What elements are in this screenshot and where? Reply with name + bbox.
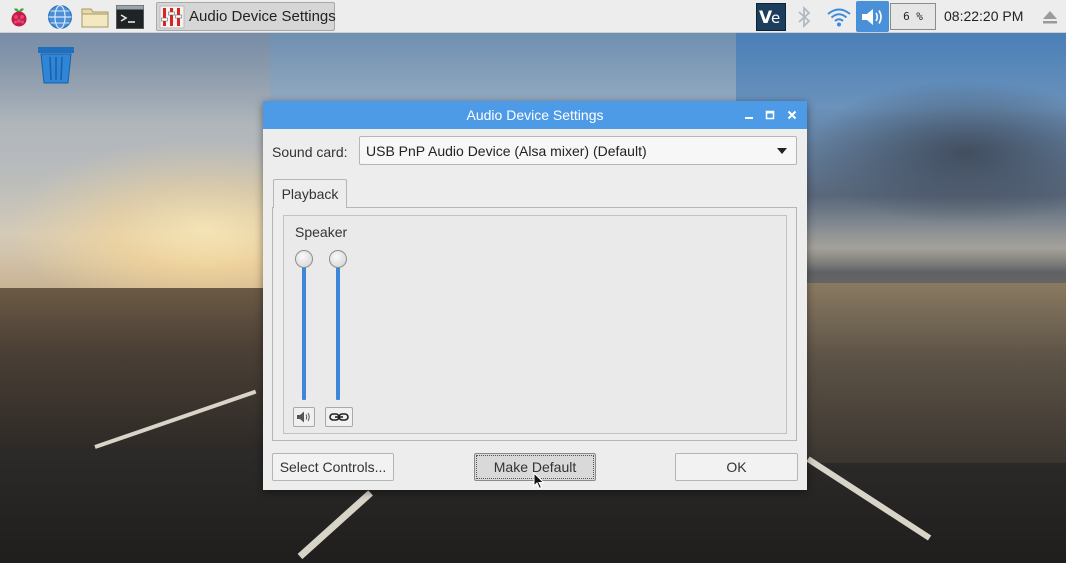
vnc-icon[interactable]: V e [755, 2, 787, 31]
cpu-usage-text: 6 % [903, 10, 923, 23]
audio-settings-dialog: Audio Device Settings Sound card: USB Pn… [263, 101, 807, 490]
playback-panel: Speaker [272, 207, 797, 441]
volume-icon[interactable] [858, 3, 886, 30]
slider-track [336, 256, 340, 400]
terminal-icon[interactable] [116, 3, 144, 30]
channel-lock-toggle[interactable] [325, 407, 353, 427]
trash-icon[interactable] [36, 45, 76, 85]
taskbar-task-audio-settings[interactable]: Audio Device Settings [156, 2, 336, 31]
task-label: Audio Device Settings [189, 8, 336, 25]
speaker-left-slider[interactable] [295, 250, 313, 400]
tab-playback[interactable]: Playback [273, 179, 347, 208]
chevron-down-icon [777, 148, 787, 154]
mixer-icon [159, 5, 185, 29]
field [806, 283, 1066, 463]
folder-icon[interactable] [81, 3, 109, 30]
dialog-title: Audio Device Settings [466, 107, 604, 123]
mountains [796, 248, 1066, 288]
clock[interactable]: 08:22:20 PM [944, 8, 1023, 24]
speaker-group: Speaker [283, 215, 787, 434]
wifi-icon[interactable] [825, 3, 853, 30]
sound-card-value: USB PnP Audio Device (Alsa mixer) (Defau… [366, 142, 647, 159]
road-marking [806, 456, 932, 541]
minimize-icon[interactable] [741, 107, 757, 123]
sound-card-dropdown[interactable]: USB PnP Audio Device (Alsa mixer) (Defau… [359, 136, 797, 165]
slider-knob[interactable] [295, 250, 313, 268]
speaker-icon [296, 410, 312, 424]
bluetooth-icon[interactable] [790, 3, 818, 30]
svg-text:e: e [771, 9, 780, 27]
ok-button[interactable]: OK [675, 453, 798, 481]
field [0, 288, 270, 448]
sound-card-label: Sound card: [272, 144, 348, 160]
dialog-titlebar[interactable]: Audio Device Settings [263, 101, 807, 129]
chain-link-icon [329, 412, 349, 422]
eject-icon[interactable] [1036, 3, 1064, 30]
slider-knob[interactable] [329, 250, 347, 268]
select-controls-button[interactable]: Select Controls... [272, 453, 394, 481]
road-marking [297, 490, 373, 560]
mouse-cursor-icon [533, 471, 545, 490]
tab-label: Playback [281, 186, 339, 202]
raspberry-icon[interactable] [5, 3, 33, 30]
maximize-icon[interactable] [762, 107, 778, 123]
speaker-label: Speaker [295, 224, 348, 240]
mute-toggle-button[interactable] [293, 407, 315, 427]
cpu-usage-monitor[interactable]: 6 % [890, 3, 936, 30]
slider-track [302, 256, 306, 400]
close-icon[interactable] [784, 107, 800, 123]
taskbar: Audio Device Settings V e 6 % 08:22:20 P… [0, 0, 1066, 33]
globe-icon[interactable] [46, 3, 74, 30]
speaker-right-slider[interactable] [329, 250, 347, 400]
